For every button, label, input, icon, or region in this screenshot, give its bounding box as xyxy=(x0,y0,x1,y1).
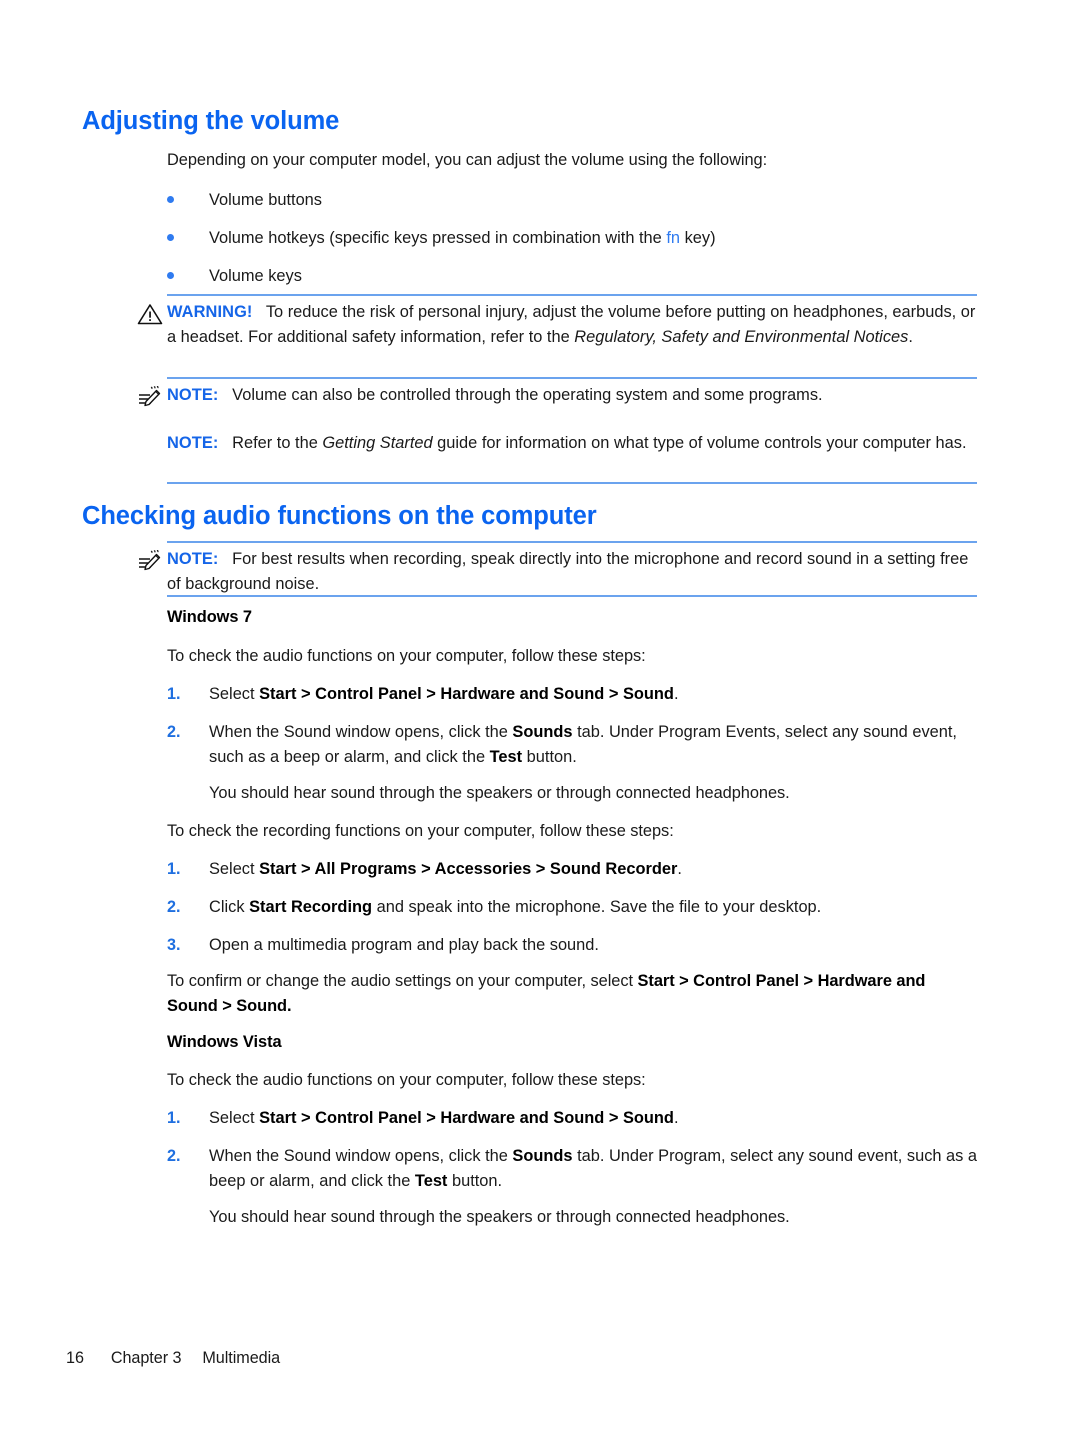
warning-italic-title: Regulatory, Safety and Environmental Not… xyxy=(574,327,909,346)
hotkey-text-pre: Volume hotkeys (specific keys pressed in… xyxy=(209,229,667,247)
step-tab-name: Sounds xyxy=(512,723,573,741)
numbered-list-item: 2. When the Sound window opens, click th… xyxy=(167,720,982,769)
confirm-period: . xyxy=(287,996,292,1015)
numbered-list-item: 3. Open a multimedia program and play ba… xyxy=(167,933,997,958)
warning-callout: WARNING! To reduce the risk of personal … xyxy=(137,294,977,377)
step-text: When the Sound window opens, click the xyxy=(209,723,513,741)
note-callout-getting-started: NOTE: Refer to the Getting Started guide… xyxy=(167,427,977,484)
note-body: NOTE: Volume can also be controlled thro… xyxy=(139,377,977,414)
step-text-3: button. xyxy=(522,747,577,766)
paragraph-win7-record-intro: To check the recording functions on your… xyxy=(167,822,674,840)
step-text: Select xyxy=(209,1109,260,1127)
bullet-dot-icon xyxy=(167,272,174,279)
list-number: 1. xyxy=(167,1109,181,1127)
note-label: NOTE: xyxy=(167,550,219,568)
step-button-name: Test xyxy=(414,1171,448,1190)
note-italic-title: Getting Started xyxy=(322,434,433,452)
list-item-label: Volume keys xyxy=(209,267,302,285)
list-number: 2. xyxy=(167,1147,181,1165)
list-item-label: Volume buttons xyxy=(209,191,322,209)
step-path: Start > Control Panel > Hardware and Sou… xyxy=(259,1109,674,1127)
note-gap xyxy=(219,550,233,568)
note-callout-recording: NOTE: For best results when recording, s… xyxy=(139,541,977,597)
step-text: Select xyxy=(209,685,260,703)
list-item: Volume keys xyxy=(167,264,987,288)
note-body: NOTE: For best results when recording, s… xyxy=(139,541,977,602)
list-item-text: When the Sound window opens, click the S… xyxy=(209,1144,985,1193)
list-item: Volume buttons xyxy=(167,188,987,212)
warning-triangle-icon xyxy=(137,303,163,325)
step-button-name: Test xyxy=(489,747,523,766)
step-command: Start Recording xyxy=(249,898,373,916)
step-text: Click xyxy=(209,898,250,916)
footer-chapter: Chapter 3 xyxy=(110,1349,182,1367)
confirm-text: To confirm or change the audio settings … xyxy=(167,972,638,990)
paragraph-volume-intro: Depending on your computer model, you ca… xyxy=(167,151,768,169)
note-callout-volume: NOTE: Volume can also be controlled thro… xyxy=(139,377,977,417)
list-number: 2. xyxy=(167,723,181,741)
step-path: Start > All Programs > Accessories > Sou… xyxy=(259,860,678,878)
note-text: For best results when recording, speak d… xyxy=(167,550,969,593)
note-body: NOTE: Refer to the Getting Started guide… xyxy=(167,427,977,462)
list-item-label: Volume hotkeys (specific keys pressed in… xyxy=(209,226,987,250)
list-number: 2. xyxy=(167,898,181,916)
list-item: Volume hotkeys (specific keys pressed in… xyxy=(167,226,987,250)
list-item-text: Select Start > Control Panel > Hardware … xyxy=(209,682,997,707)
numbered-list-item: 1. Select Start > Control Panel > Hardwa… xyxy=(167,682,997,707)
numbered-list-item: 1. Select Start > Control Panel > Hardwa… xyxy=(167,1106,997,1131)
paragraph-win7-confirm: To confirm or change the audio settings … xyxy=(167,969,979,1018)
heading-checking-audio-functions: Checking audio functions on the computer xyxy=(82,502,597,530)
note-text-part1: Refer to the xyxy=(232,434,323,452)
warning-label: WARNING! xyxy=(167,303,253,321)
list-number: 3. xyxy=(167,936,181,954)
list-item-text: Select Start > All Programs > Accessorie… xyxy=(209,857,997,882)
step-period: . xyxy=(673,685,679,703)
paragraph-vista-audio-intro: To check the audio functions on your com… xyxy=(167,1071,646,1089)
bullet-dot-icon xyxy=(167,234,174,241)
fn-key-label: fn xyxy=(666,229,681,247)
note-gap xyxy=(219,386,233,404)
callout-rule-bottom xyxy=(167,482,977,484)
warning-text-part1 xyxy=(252,303,265,321)
document-page: Adjusting the volume Depending on your c… xyxy=(0,0,1080,1437)
note-text: Volume can also be controlled through th… xyxy=(232,386,823,404)
list-item-text: Select Start > Control Panel > Hardware … xyxy=(209,1106,997,1131)
step-period: . xyxy=(677,860,682,878)
numbered-list-item: 2. Click Start Recording and speak into … xyxy=(167,895,997,920)
list-number: 1. xyxy=(167,685,181,703)
footer-page-number: 16 xyxy=(66,1349,84,1367)
numbered-list-item: 2. When the Sound window opens, click th… xyxy=(167,1144,985,1193)
list-item-text: Open a multimedia program and play back … xyxy=(209,936,599,954)
paragraph-win7-audio-intro: To check the audio functions on your com… xyxy=(167,647,646,665)
paragraph-vista-audio-result: You should hear sound through the speake… xyxy=(209,1208,790,1226)
warning-body: WARNING! To reduce the risk of personal … xyxy=(137,294,977,355)
numbered-list-item: 1. Select Start > All Programs > Accesso… xyxy=(167,857,997,882)
note-pencil-icon xyxy=(137,550,163,572)
paragraph-win7-audio-result: You should hear sound through the speake… xyxy=(209,784,790,802)
step-text-2: and speak into the microphone. Save the … xyxy=(372,898,822,916)
step-text-3: button. xyxy=(447,1171,503,1190)
note-pencil-icon xyxy=(137,386,163,408)
step-path: Start > Control Panel > Hardware and Sou… xyxy=(259,685,674,703)
step-tab-name: Sounds xyxy=(512,1147,573,1165)
note-text-part2: guide for information on what type of vo… xyxy=(432,434,967,452)
bullet-dot-icon xyxy=(167,196,174,203)
list-item-text: Click Start Recording and speak into the… xyxy=(209,895,997,920)
note-label: NOTE: xyxy=(167,386,219,404)
page-footer: 16 Chapter 3 Multimedia xyxy=(66,1349,280,1368)
list-item-text: When the Sound window opens, click the S… xyxy=(209,720,982,769)
subheading-windows-vista: Windows Vista xyxy=(167,1033,282,1051)
step-period: . xyxy=(673,1109,679,1127)
warning-text-part2: . xyxy=(908,327,913,346)
note-gap xyxy=(219,434,233,452)
list-number: 1. xyxy=(167,860,181,878)
heading-adjusting-the-volume: Adjusting the volume xyxy=(82,107,340,135)
hotkey-text-post: key) xyxy=(680,229,716,247)
footer-section: Multimedia xyxy=(202,1349,281,1367)
step-text: Select xyxy=(209,860,260,878)
step-text: When the Sound window opens, click the xyxy=(209,1147,513,1165)
note-label: NOTE: xyxy=(167,434,219,452)
subheading-windows-7: Windows 7 xyxy=(167,608,253,626)
